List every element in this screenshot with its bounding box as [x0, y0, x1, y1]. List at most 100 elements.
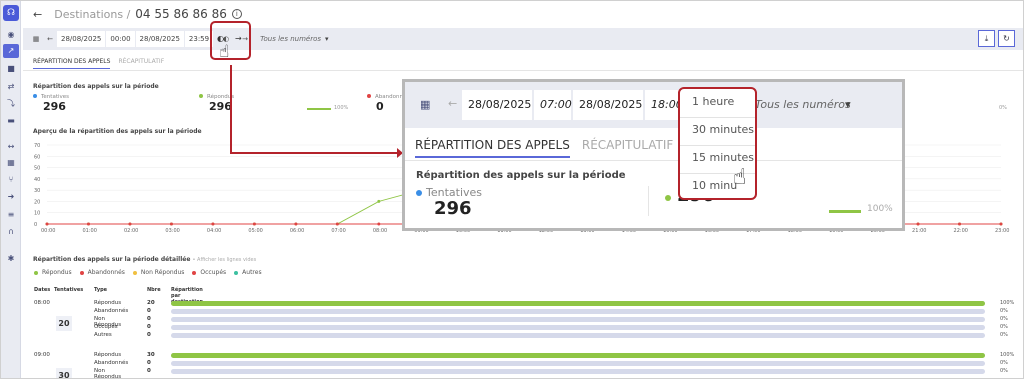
col-tentatives: Tentatives: [54, 287, 84, 293]
arrow-left-icon[interactable]: ←: [448, 97, 457, 110]
divider: [405, 160, 902, 161]
y-tick-label: 50: [34, 166, 40, 172]
legend-item[interactable]: Non Répondus: [132, 269, 185, 276]
summary-title: Répartition des appels sur la période: [33, 83, 159, 90]
split-icon[interactable]: ⤵: [6, 100, 16, 108]
distribution-bar: [171, 325, 985, 330]
distribution-bar: [171, 369, 985, 374]
red-dot-icon: [367, 94, 371, 98]
series-line: [47, 189, 421, 225]
row-pct: 0%: [1000, 360, 1008, 366]
date-from-field[interactable]: 28/08/2025: [57, 31, 106, 47]
arrow-right-icon: →: [235, 34, 242, 43]
date-to-field[interactable]: 28/08/2025: [135, 31, 184, 47]
tab-recapitulatif[interactable]: RÉCAPITULATIF: [118, 58, 164, 69]
zoom-stat-tentatives: Tentatives 296: [416, 186, 482, 219]
distribution-bar: [171, 361, 985, 366]
row-count: 0: [147, 316, 151, 322]
page-title: 04 55 86 86 86: [135, 7, 227, 21]
queue-icon[interactable]: ≡: [6, 211, 16, 219]
transfer-icon[interactable]: ↔: [6, 143, 16, 151]
chevron-down-icon[interactable]: ▾: [325, 35, 329, 43]
info-icon[interactable]: i: [231, 9, 242, 19]
row-type: Autres: [94, 332, 112, 338]
x-tick-label: 07:00: [331, 228, 345, 234]
distribution-bar: [171, 317, 985, 322]
zoom-tab-recapitulatif[interactable]: RÉCAPITULATIF: [582, 138, 673, 158]
calendar-icon[interactable]: ▦: [29, 35, 43, 43]
save-icon[interactable]: ■: [6, 65, 16, 73]
legend-dot-icon: [234, 270, 239, 275]
col-nbre: Nbre: [147, 287, 161, 293]
legend-dot-icon: [192, 270, 197, 275]
calendar-icon[interactable]: ▦: [420, 98, 430, 111]
legend-item[interactable]: Répondus: [34, 269, 72, 276]
settings-icon[interactable]: ✱: [6, 255, 16, 263]
zoom-date-to[interactable]: 28/08/2025: [573, 90, 643, 120]
divider: [680, 117, 755, 118]
y-tick-label: 10: [34, 211, 40, 217]
tentatives-box: 20: [56, 316, 72, 331]
x-tick-label: 04:00: [207, 228, 221, 234]
x-tick-label: 00:00: [41, 228, 55, 234]
legend-label: Abandonnés: [87, 269, 125, 276]
tab-repartition[interactable]: RÉPARTITION DES APPELS: [33, 58, 111, 69]
y-tick-label: 0: [34, 222, 37, 228]
filter-bar: ▦ ← 28/08/2025 00:00 28/08/2025 23:59 ◐ …: [23, 28, 1023, 50]
distribution-bar: [171, 301, 985, 306]
chevron-down-icon[interactable]: ▾: [845, 98, 851, 111]
y-tick-label: 30: [34, 188, 40, 194]
calendar-icon[interactable]: ▦: [6, 159, 16, 167]
show-empty-rows-link[interactable]: • Afficher les lignes vides: [193, 257, 257, 263]
stat-abandonnes: Abandonn 0: [367, 94, 403, 113]
refresh-button[interactable]: ↻: [998, 30, 1015, 47]
x-tick-label: 01:00: [82, 228, 96, 234]
headphones-icon[interactable]: ∩: [6, 228, 16, 236]
back-arrow-icon[interactable]: ←: [33, 8, 42, 21]
progress-line: [829, 210, 861, 213]
row-count: 0: [147, 360, 151, 366]
download-button[interactable]: ⤓: [978, 30, 995, 47]
interval-option[interactable]: 30 minutes: [692, 123, 754, 136]
chart-icon[interactable]: ↗: [3, 44, 19, 58]
hand-cursor-icon: ☝: [219, 42, 230, 62]
arrow-left-icon[interactable]: ←: [43, 35, 57, 43]
forward-icon[interactable]: ➜: [6, 193, 16, 201]
x-tick-label: 05:00: [248, 228, 262, 234]
stat-value: 0: [376, 100, 384, 113]
zoom-summary-title: Répartition des appels sur la période: [416, 170, 626, 181]
interval-option[interactable]: 10 minu: [692, 179, 737, 192]
interval-option[interactable]: 15 minutes: [692, 151, 754, 164]
detail-title: Répartition des appels sur la période dé…: [33, 256, 256, 263]
legend-label: Non Répondus: [140, 269, 185, 276]
row-count: 0: [147, 332, 151, 338]
legend-item[interactable]: Occupés: [192, 269, 226, 276]
legend-item[interactable]: Autres: [234, 269, 262, 276]
connector-line: [230, 65, 232, 153]
zoom-date-from[interactable]: 28/08/2025: [462, 90, 532, 120]
row-pct: 0%: [1000, 316, 1008, 322]
connector-line: [230, 152, 399, 154]
headset-icon[interactable]: ☊: [3, 5, 19, 21]
row-pct: 0%: [1000, 308, 1008, 314]
interval-option[interactable]: 1 heure: [692, 95, 734, 108]
x-tick-label: 23:00: [995, 228, 1009, 234]
x-tick-label: 21:00: [912, 228, 926, 234]
merge-icon[interactable]: ⑂: [6, 176, 16, 184]
stat-tentatives: Tentatives 296: [33, 94, 69, 113]
breadcrumb[interactable]: Destinations /: [54, 8, 130, 21]
y-tick-label: 70: [34, 143, 40, 149]
legend-item[interactable]: Abandonnés: [79, 269, 125, 276]
folder-icon[interactable]: ▬: [6, 117, 16, 125]
numbers-select[interactable]: Tous les numéros: [260, 35, 321, 43]
zoom-time-from[interactable]: 07:00: [534, 90, 572, 120]
stat-pct: 100%: [334, 105, 349, 111]
time-to-field[interactable]: 23:59: [184, 31, 214, 47]
zoom-numbers-select[interactable]: Tous les numéros: [755, 98, 851, 111]
zoom-tab-repartition[interactable]: RÉPARTITION DES APPELS: [415, 138, 570, 158]
legend-dot-icon: [132, 270, 137, 275]
time-from-field[interactable]: 00:00: [106, 31, 135, 47]
row-type: Répondus: [94, 352, 122, 358]
eye-icon[interactable]: ◉: [6, 31, 16, 39]
routing-icon[interactable]: ⇄: [6, 83, 16, 91]
